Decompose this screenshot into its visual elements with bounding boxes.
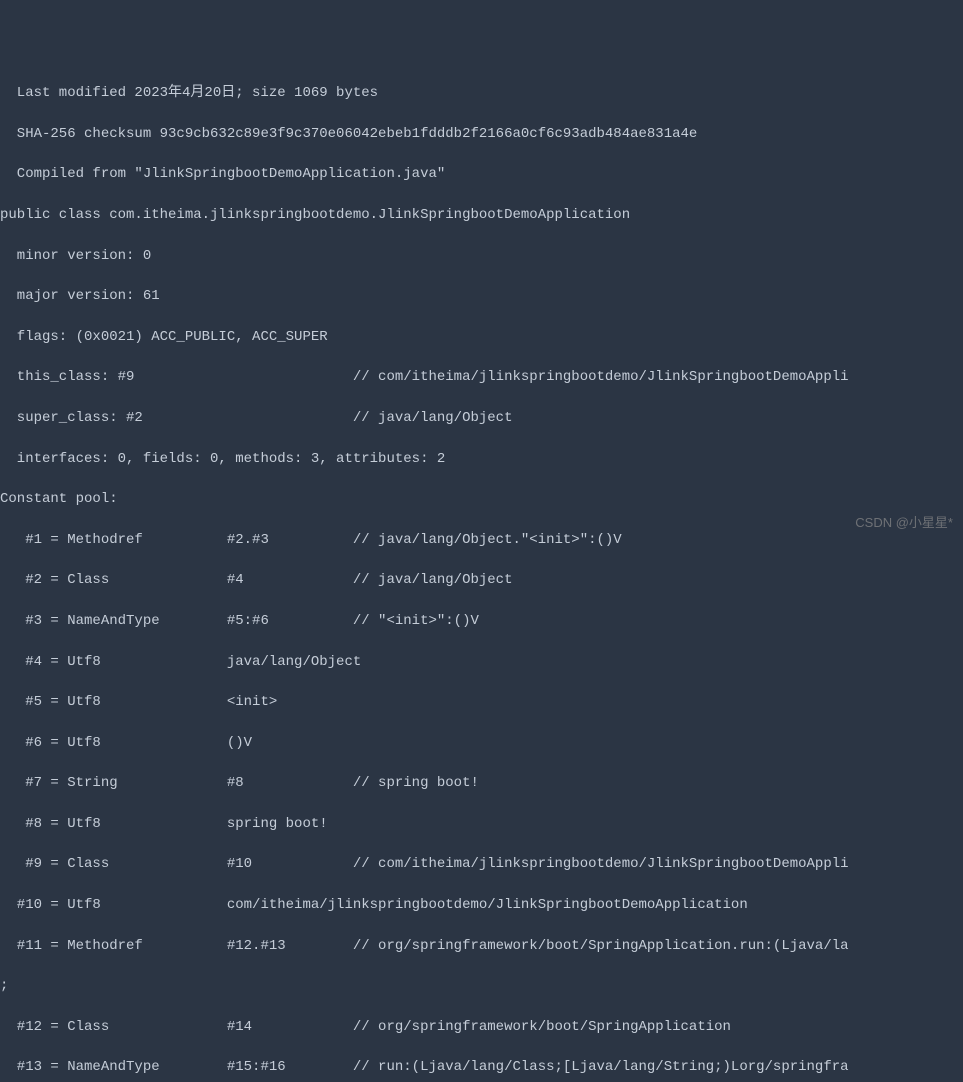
watermark-text: CSDN @小星星* <box>855 514 953 533</box>
class-declaration-line: public class com.itheima.jlinkspringboot… <box>0 205 963 225</box>
constant-pool-entry: #1 = Methodref #2.#3 // java/lang/Object… <box>0 530 963 550</box>
constant-pool-entry: #2 = Class #4 // java/lang/Object <box>0 570 963 590</box>
constant-pool-entry: #5 = Utf8 <init> <box>0 692 963 712</box>
flags-line: flags: (0x0021) ACC_PUBLIC, ACC_SUPER <box>0 327 963 347</box>
constant-pool-continuation: ; <box>0 976 963 996</box>
compiled-from-line: Compiled from "JlinkSpringbootDemoApplic… <box>0 164 963 184</box>
constant-pool-entry: #9 = Class #10 // com/itheima/jlinksprin… <box>0 854 963 874</box>
constant-pool-entry: #10 = Utf8 com/itheima/jlinkspringbootde… <box>0 895 963 915</box>
interfaces-line: interfaces: 0, fields: 0, methods: 3, at… <box>0 449 963 469</box>
constant-pool-entry: #4 = Utf8 java/lang/Object <box>0 652 963 672</box>
constant-pool-header: Constant pool: <box>0 489 963 509</box>
sha256-line: SHA-256 checksum 93c9cb632c89e3f9c370e06… <box>0 124 963 144</box>
constant-pool-entry: #13 = NameAndType #15:#16 // run:(Ljava/… <box>0 1057 963 1077</box>
super-class-line: super_class: #2 // java/lang/Object <box>0 408 963 428</box>
constant-pool-entry: #3 = NameAndType #5:#6 // "<init>":()V <box>0 611 963 631</box>
major-version-line: major version: 61 <box>0 286 963 306</box>
constant-pool-entry: #8 = Utf8 spring boot! <box>0 814 963 834</box>
constant-pool-entry: #11 = Methodref #12.#13 // org/springfra… <box>0 936 963 956</box>
constant-pool-entry: #6 = Utf8 ()V <box>0 733 963 753</box>
this-class-line: this_class: #9 // com/itheima/jlinksprin… <box>0 367 963 387</box>
constant-pool-entry: #12 = Class #14 // org/springframework/b… <box>0 1017 963 1037</box>
minor-version-line: minor version: 0 <box>0 246 963 266</box>
constant-pool-entry: #7 = String #8 // spring boot! <box>0 773 963 793</box>
last-modified-line: Last modified 2023年4月20日; size 1069 byte… <box>0 83 963 103</box>
